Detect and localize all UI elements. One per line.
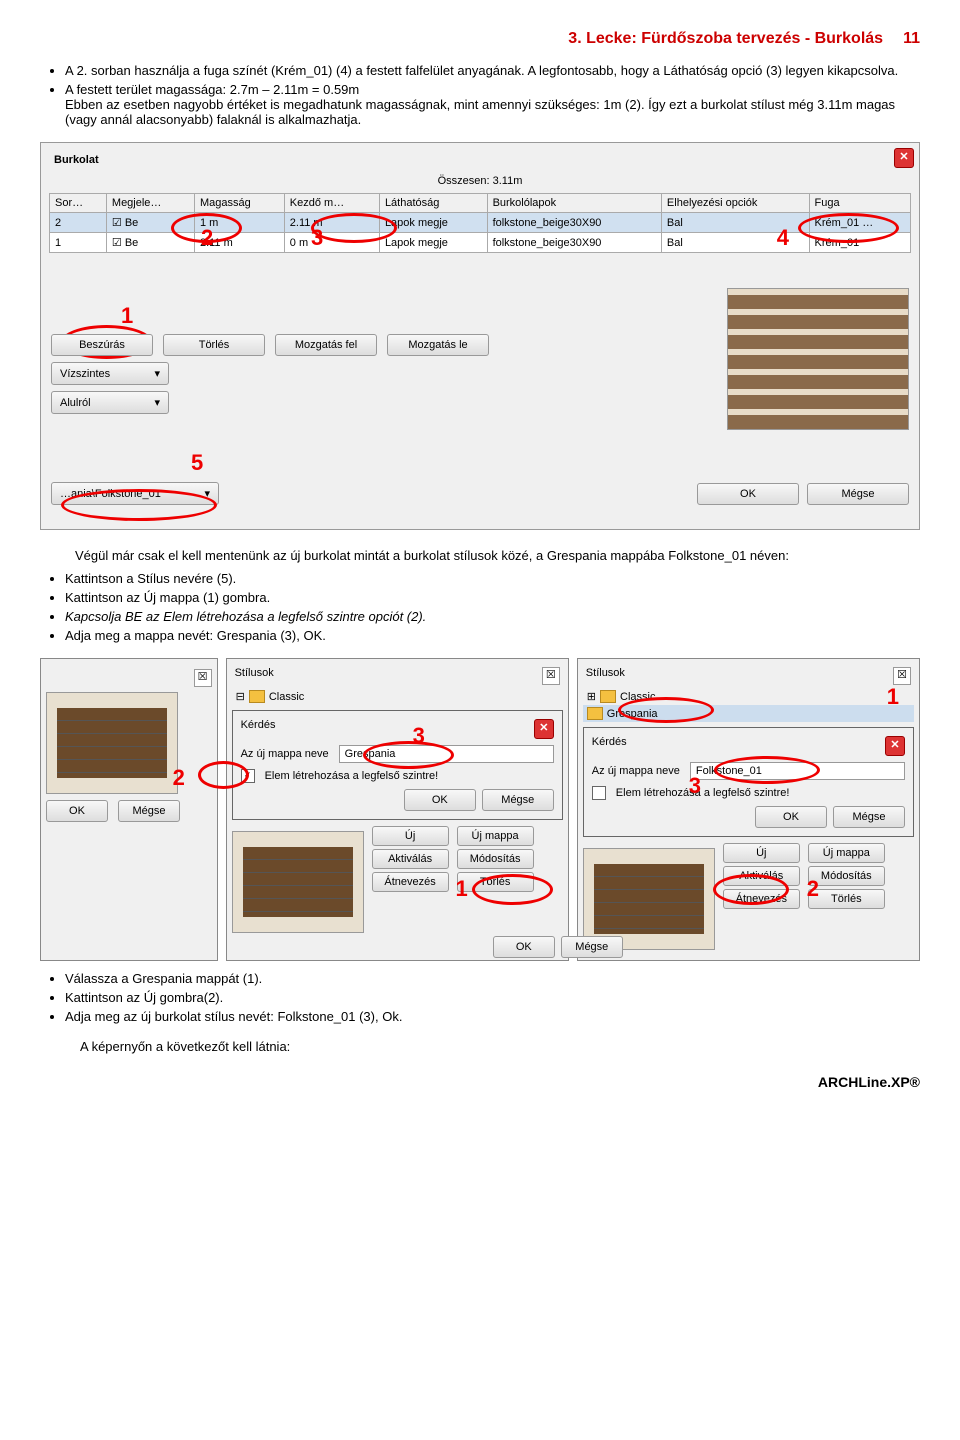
cancel-button[interactable]: Mégse xyxy=(118,800,180,822)
orientation-select[interactable]: Vízszintes xyxy=(51,362,169,385)
cancel-button[interactable]: Mégse xyxy=(807,483,909,505)
page-header: 3. Lecke: Fürdőszoba tervezés - Burkolás… xyxy=(40,30,920,48)
ok-button[interactable]: OK xyxy=(755,806,827,828)
top-level-checkbox[interactable]: ✓ xyxy=(241,769,255,783)
checkbox-label: Elem létrehozása a legfelső szintre! xyxy=(265,770,439,782)
dialog-title: Burkolat xyxy=(49,151,911,169)
aktivalas-button[interactable]: Aktiválás xyxy=(723,866,800,886)
style-name-input[interactable]: Folkstone_01 xyxy=(690,762,905,780)
instruction-list-2: Kattintson a Stílus nevére (5). Kattints… xyxy=(65,571,920,643)
dialog-title: Kérdés xyxy=(592,736,627,756)
from-select[interactable]: Alulról xyxy=(51,391,169,414)
paragraph-4: A képernyőn a következőt kell látnia: xyxy=(80,1039,920,1054)
label-new-folder: Az új mappa neve xyxy=(241,748,329,760)
insert-button[interactable]: Beszúrás xyxy=(51,334,153,356)
moveup-button[interactable]: Mozgatás fel xyxy=(275,334,377,356)
table-header: Sor…Megjele…MagasságKezdő m…LáthatóságBu… xyxy=(50,194,911,213)
atnevezes-button[interactable]: Átnevezés xyxy=(723,889,800,909)
dialog-title: Kérdés xyxy=(241,719,276,739)
modositas-button[interactable]: Módosítás xyxy=(808,866,885,886)
stilus-panel-2: Stílusok☒ ⊞Classic Grespania 1 Kérdés✕ A… xyxy=(577,658,920,961)
label-new-folder: Az új mappa neve xyxy=(592,765,680,777)
ok-button[interactable]: OK xyxy=(46,800,108,822)
ujmappa-button[interactable]: Új mappa xyxy=(808,843,885,863)
checkbox-label: Elem létrehozása a legfelső szintre! xyxy=(616,787,790,799)
close-icon[interactable]: ✕ xyxy=(534,719,554,739)
stilus-screenshots: ☒ OK Mégse Stílusok☒ ⊟Classic Kérdés✕ Az… xyxy=(40,658,920,961)
folder-icon xyxy=(249,690,265,703)
close-icon[interactable]: ✕ xyxy=(894,148,914,168)
tree-grespania[interactable]: Grespania xyxy=(583,705,914,722)
uj-button[interactable]: Új xyxy=(372,826,449,846)
paragraph-2: Végül már csak el kell mentenünk az új b… xyxy=(75,548,885,563)
cancel-button[interactable]: Mégse xyxy=(561,936,623,958)
uj-button[interactable]: Új xyxy=(723,843,800,863)
cancel-button[interactable]: Mégse xyxy=(833,806,905,828)
close-icon[interactable]: ☒ xyxy=(194,669,212,687)
footer-brand: ARCHLine.XP® xyxy=(40,1074,920,1090)
tile-preview xyxy=(583,848,715,950)
atnevezes-button[interactable]: Átnevezés xyxy=(372,872,449,892)
ok-button[interactable]: OK xyxy=(493,936,555,958)
cancel-button[interactable]: Mégse xyxy=(482,789,554,811)
burkolat-dialog: ✕ Burkolat Összesen: 3.11m Sor…Megjele…M… xyxy=(40,142,920,530)
folder-icon xyxy=(587,707,603,720)
panel-ok-fragment: ☒ OK Mégse xyxy=(40,658,218,961)
tree-classic[interactable]: ⊞Classic xyxy=(583,688,914,705)
modositas-button[interactable]: Módosítás xyxy=(457,849,534,869)
instruction-list-1: A 2. sorban használja a fuga színét (Kré… xyxy=(65,63,920,127)
movedown-button[interactable]: Mozgatás le xyxy=(387,334,489,356)
tile-preview xyxy=(727,288,909,430)
total-label: Összesen: 3.11m xyxy=(49,169,911,193)
aktivalas-button[interactable]: Aktiválás xyxy=(372,849,449,869)
tree-classic[interactable]: ⊟Classic xyxy=(232,688,563,705)
torles-button[interactable]: Törlés xyxy=(457,872,534,892)
tile-preview xyxy=(232,831,364,933)
top-level-checkbox[interactable] xyxy=(592,786,606,800)
instruction-list-3: Válassza a Grespania mappát (1). Kattint… xyxy=(65,971,920,1024)
table-row-selected[interactable]: 2☑ Be1 m2.11 mLapok megjefolkstone_beige… xyxy=(50,213,911,233)
close-icon[interactable]: ☒ xyxy=(542,667,560,685)
layers-table: Sor…Megjele…MagasságKezdő m…LáthatóságBu… xyxy=(49,193,911,253)
stilus-panel-1: Stílusok☒ ⊟Classic Kérdés✕ Az új mappa n… xyxy=(226,658,569,961)
folder-name-input[interactable]: Grespania xyxy=(339,745,554,763)
ok-button[interactable]: OK xyxy=(697,483,799,505)
torles-button[interactable]: Törlés xyxy=(808,889,885,909)
question-dialog-2: Kérdés✕ Az új mappa neve Folkstone_01 3 … xyxy=(583,727,914,837)
tile-preview xyxy=(46,692,178,794)
ok-button[interactable]: OK xyxy=(404,789,476,811)
style-select[interactable]: …ania\Folkstone_01 xyxy=(51,482,219,505)
folder-icon xyxy=(600,690,616,703)
table-row[interactable]: 1☑ Be2.11 m0 mLapok megjefolkstone_beige… xyxy=(50,233,911,253)
ujmappa-button[interactable]: Új mappa xyxy=(457,826,534,846)
close-icon[interactable]: ☒ xyxy=(893,667,911,685)
question-dialog-1: Kérdés✕ Az új mappa neve Grespania 3 ✓ E… xyxy=(232,710,563,820)
close-icon[interactable]: ✕ xyxy=(885,736,905,756)
delete-button[interactable]: Törlés xyxy=(163,334,265,356)
